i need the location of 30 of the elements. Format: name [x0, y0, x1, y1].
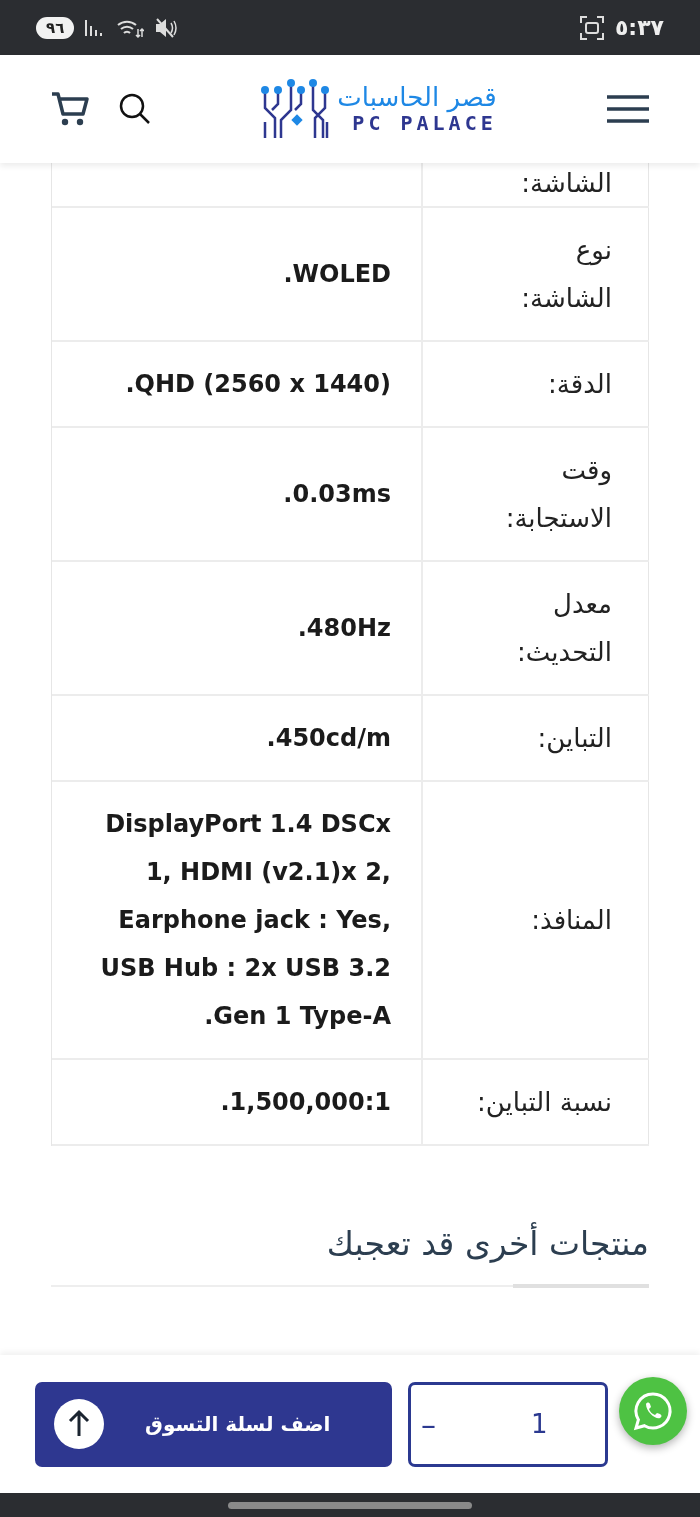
section-heading: منتجات أخرى قد تعجبك [325, 1224, 649, 1263]
spec-label: معدل التحديث: [421, 562, 649, 694]
logo-latin-text: PC PALACE [352, 111, 497, 136]
clock-time: ٥:٣٧ [614, 15, 664, 40]
spec-value: DisplayPort 1.4 DSCx 1, HDMI (v2.1)x 2, Earphone jack : Yes, USB Hub : 2x USB 3.2 Gen 1 Type-A. [99, 809, 392, 1032]
spec-label: التباين: [421, 696, 649, 780]
spec-label: المنافذ: [421, 782, 649, 1058]
spec-value: 480Hz. [296, 613, 392, 644]
spec-value: QHD (2560 x 1440). [124, 369, 392, 400]
spec-label: وقت الاستجابة: [421, 428, 649, 560]
spec-label: نسبة التباين: [421, 1060, 649, 1144]
cart-icon[interactable] [50, 90, 90, 128]
spec-value: 1,500,000:1. [219, 1087, 392, 1118]
add-to-cart-button[interactable]: اضف لسلة التسوق [35, 1381, 392, 1467]
quantity-field[interactable]: – 1 [408, 1381, 608, 1467]
battery-level: ٩٦ [36, 16, 75, 39]
logo-arabic-text: قصر الحاسبات [337, 82, 497, 112]
spec-value: 0.03ms. [282, 479, 392, 510]
spec-value: WOLED. [282, 259, 392, 290]
spec-value: 450cd/m. [265, 723, 392, 754]
decrease-button[interactable]: – [411, 1406, 436, 1442]
arrow-up-icon [53, 1398, 105, 1450]
search-icon[interactable] [118, 92, 152, 126]
screenshot-icon [578, 14, 605, 41]
spec-label: نوع الشاشة: [421, 208, 649, 340]
spec-label: الدقة: [421, 342, 649, 426]
menu-icon[interactable] [606, 94, 650, 124]
home-indicator[interactable] [228, 1501, 472, 1509]
muted-icon [154, 16, 179, 39]
spec-label: الشاشة: [421, 163, 649, 206]
